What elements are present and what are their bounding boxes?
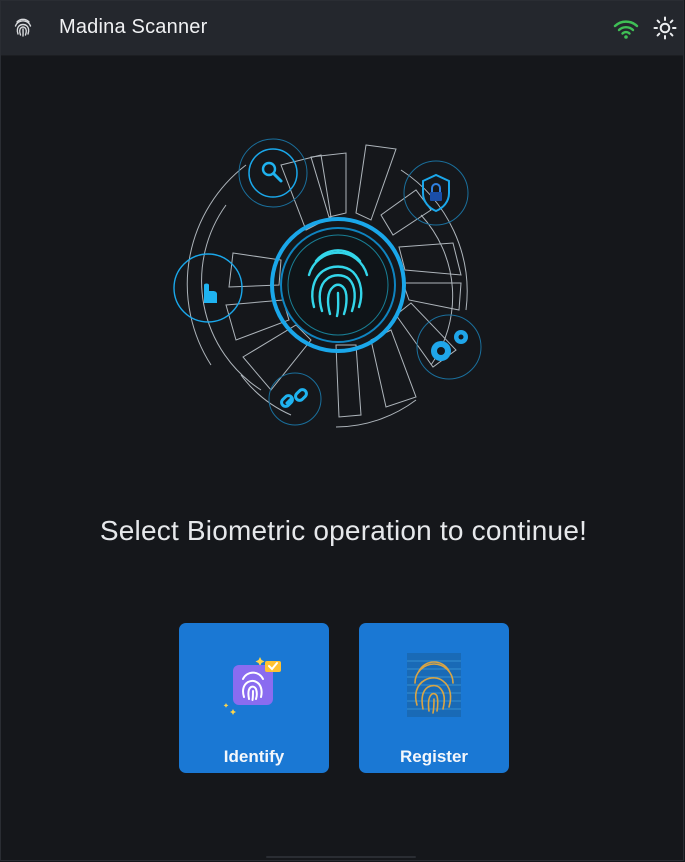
fingerprint-identify-icon xyxy=(223,657,281,715)
window-bottom-handle xyxy=(266,856,416,858)
app-window: Madina Scanner Select Biometric operatio… xyxy=(0,0,684,861)
register-label: Register xyxy=(399,747,469,766)
wifi-icon[interactable] xyxy=(613,18,639,40)
sun-icon[interactable] xyxy=(653,16,677,40)
app-title: Madina Scanner xyxy=(59,16,208,38)
title-bar: Madina Scanner xyxy=(1,1,683,56)
fingerprint-scan-register-icon xyxy=(407,653,461,717)
identify-label: Identify xyxy=(223,747,285,766)
biometric-illustration xyxy=(173,138,482,428)
operation-prompt: Select Biometric operation to continue! xyxy=(99,515,588,546)
identify-button[interactable]: Identify xyxy=(179,623,329,773)
fingerprint-icon xyxy=(14,18,32,37)
register-button[interactable]: Register xyxy=(359,623,509,773)
